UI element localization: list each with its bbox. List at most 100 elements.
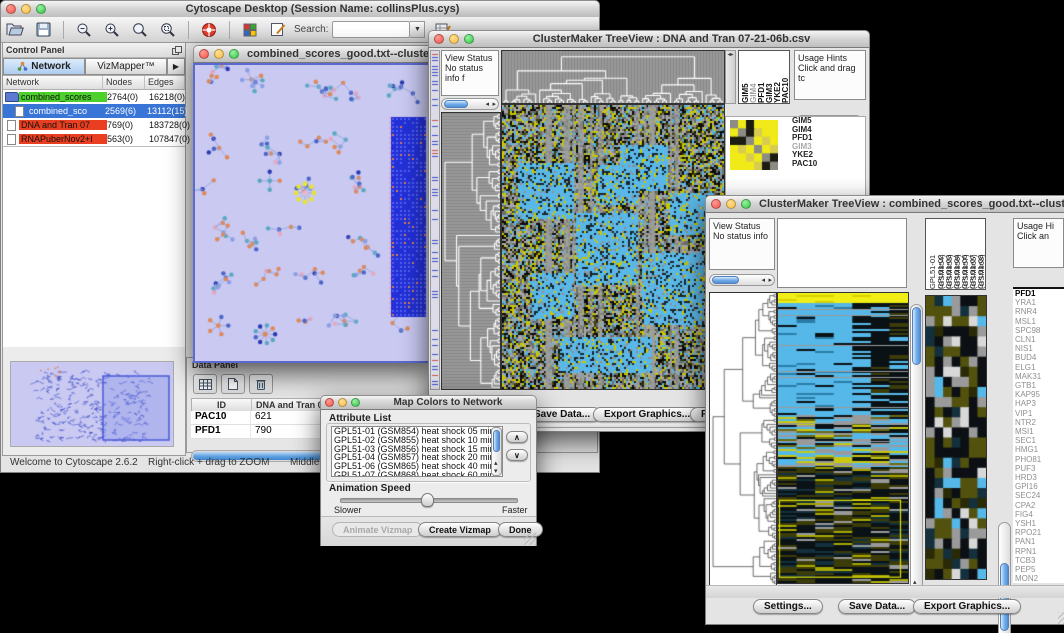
detail-matrix-canvas[interactable]: [730, 120, 778, 170]
create-vizmap-button[interactable]: Create Vizmap: [418, 522, 502, 537]
col-edges[interactable]: Edges: [145, 76, 185, 89]
network-view-titlebar[interactable]: combined_scores_good.txt--cluste...: [193, 45, 432, 63]
zoom-window-icon[interactable]: [351, 398, 360, 407]
zoom-out-button[interactable]: [72, 20, 96, 40]
gene-label[interactable]: ELG1: [1015, 363, 1064, 372]
col-network[interactable]: Network: [3, 76, 103, 89]
gene-label[interactable]: CPA2: [1015, 501, 1064, 510]
zoom-in-button[interactable]: [100, 20, 124, 40]
gene-label[interactable]: FIG4: [1015, 510, 1064, 519]
minimize-icon[interactable]: [726, 199, 736, 209]
col-id[interactable]: ID: [192, 399, 252, 411]
row-dendrogram[interactable]: [441, 112, 501, 390]
detail-heatmap-canvas[interactable]: [925, 295, 987, 580]
zoom-window-icon[interactable]: [229, 49, 239, 59]
splitter-strip[interactable]: ◂▸: [725, 50, 736, 104]
treeview1-titlebar[interactable]: ClusterMaker TreeView : DNA and Tran 07-…: [428, 30, 870, 48]
gene-label[interactable]: HAP3: [1015, 399, 1064, 408]
gene-label[interactable]: KAP95: [1015, 390, 1064, 399]
animate-vizmap-button[interactable]: Animate Vizmap: [332, 522, 423, 537]
column-label[interactable]: GPL51-03 (GSM856): [944, 219, 952, 289]
gene-label[interactable]: YRA1: [1015, 298, 1064, 307]
resize-grip[interactable]: [1058, 612, 1064, 624]
column-label[interactable]: GPL51-04 (GSM857): [952, 219, 960, 289]
minimize-icon[interactable]: [449, 34, 459, 44]
arrow-up-icon[interactable]: ▴: [494, 459, 498, 467]
search-input[interactable]: [332, 21, 410, 38]
resize-grip[interactable]: [524, 533, 536, 545]
arrow-left-icon[interactable]: ◂: [485, 99, 489, 110]
minimize-icon[interactable]: [338, 398, 347, 407]
column-label[interactable]: PAC10: [781, 51, 789, 103]
treeview2-titlebar[interactable]: ClusterMaker TreeView : combined_scores_…: [705, 195, 1064, 213]
dialog-titlebar[interactable]: Map Colors to Network: [320, 395, 537, 410]
save-button[interactable]: [31, 20, 55, 40]
detail-vscrollbar[interactable]: ▴ ▾: [998, 522, 1011, 633]
global-overview-strip[interactable]: [430, 50, 440, 390]
zoom-window-icon[interactable]: [36, 4, 46, 14]
gene-label[interactable]: SEC1: [1015, 436, 1064, 445]
gene-label[interactable]: GTB1: [1015, 381, 1064, 390]
export-graphics-button[interactable]: Export Graphics...: [913, 599, 1021, 614]
help-button[interactable]: [197, 20, 221, 40]
search-dropdown-icon[interactable]: ▼: [410, 21, 425, 38]
col-nodes[interactable]: Nodes: [103, 76, 145, 89]
column-label[interactable]: GIM5: [741, 51, 749, 103]
arrow-left-icon[interactable]: ◂: [761, 275, 765, 286]
arrow-right-icon[interactable]: ▸: [492, 99, 496, 110]
gene-label[interactable]: VIP1: [1015, 409, 1064, 418]
gene-label[interactable]: YSH1: [1015, 519, 1064, 528]
network-row[interactable]: combined_scores2764(0)16218(0): [3, 90, 185, 104]
gene-label[interactable]: GPI16: [1015, 482, 1064, 491]
gene-label[interactable]: PEP5: [1015, 565, 1064, 574]
annotation-button[interactable]: [266, 20, 290, 40]
save-data-button[interactable]: Save Data...: [838, 599, 916, 614]
delete-attribute-button[interactable]: [249, 374, 273, 394]
column-label[interactable]: YKE2: [773, 51, 781, 103]
attribute-item[interactable]: GPL51-07 (GSM868) heat shock 60 min: [332, 471, 502, 477]
vizmapper-button[interactable]: [238, 20, 262, 40]
column-label[interactable]: GIM4: [749, 51, 757, 103]
gene-label[interactable]: CLN1: [1015, 335, 1064, 344]
view-status-scrollbar[interactable]: ◂ ▸: [441, 98, 499, 110]
gene-label[interactable]: NTR2: [1015, 418, 1064, 427]
gene-label[interactable]: SEC24: [1015, 491, 1064, 500]
close-icon[interactable]: [711, 199, 721, 209]
tab-vizmapper[interactable]: VizMapper™: [85, 58, 167, 75]
arrow-right-icon[interactable]: ▸: [768, 275, 772, 286]
network-row[interactable]: RNAPuberNov2+I563(0)107847(0): [3, 132, 185, 146]
column-label[interactable]: GIM3: [765, 51, 773, 103]
heatmap-vscrollbar[interactable]: ▴ ▾: [910, 304, 923, 596]
gene-label[interactable]: PUF3: [1015, 464, 1064, 473]
column-label[interactable]: GPL51-06 (GSM865): [960, 219, 968, 289]
network-row[interactable]: DNA and Tran 07769(0)183728(0): [3, 118, 185, 132]
scrollbar-thumb[interactable]: [912, 307, 921, 365]
column-label[interactable]: GPL51-02 (GSM855): [936, 219, 944, 289]
column-label[interactable]: PFD1: [757, 51, 765, 103]
zoom-window-icon[interactable]: [464, 34, 474, 44]
close-icon[interactable]: [434, 34, 444, 44]
network-row[interactable]: combined_sco2569(6)13112(15): [3, 104, 185, 118]
network-canvas[interactable]: [195, 65, 428, 361]
gene-label[interactable]: NIS1: [1015, 344, 1064, 353]
column-label[interactable]: GPL51-07 (GSM868): [968, 219, 976, 289]
settings-button[interactable]: Settings...: [753, 599, 823, 614]
column-label[interactable]: GPL51-01 (GSM854): [928, 219, 936, 289]
gene-label[interactable]: HMG1: [1015, 445, 1064, 454]
main-titlebar[interactable]: Cytoscape Desktop (Session Name: collins…: [0, 0, 600, 18]
gene-label[interactable]: BUD4: [1015, 353, 1064, 362]
zoom-selected-button[interactable]: [156, 20, 180, 40]
gene-label[interactable]: SPC98: [1015, 326, 1064, 335]
zoom-fit-button[interactable]: [128, 20, 152, 40]
select-attributes-button[interactable]: [193, 374, 217, 394]
gene-label[interactable]: TCB3: [1015, 556, 1064, 565]
gene-label[interactable]: MSI1: [1015, 427, 1064, 436]
scrollbar-thumb[interactable]: [712, 276, 739, 284]
close-icon[interactable]: [325, 398, 334, 407]
move-up-button[interactable]: ∧: [506, 431, 528, 443]
scrollbar-thumb[interactable]: [444, 100, 468, 108]
gene-label[interactable]: RNR4: [1015, 307, 1064, 316]
move-down-button[interactable]: ∨: [506, 449, 528, 461]
open-file-button[interactable]: [3, 20, 27, 40]
heatmap-canvas[interactable]: [777, 292, 909, 584]
